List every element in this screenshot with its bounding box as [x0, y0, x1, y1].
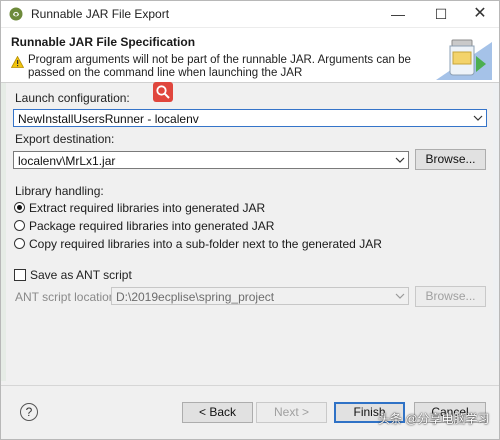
export-destination-value: localenv\MrLx1.jar	[18, 154, 116, 168]
eclipse-export-icon	[9, 7, 23, 21]
radio-label: Package required libraries into generate…	[29, 219, 275, 233]
warning-icon	[11, 56, 24, 68]
footer-separator	[1, 385, 499, 386]
window-title: Runnable JAR File Export	[31, 7, 170, 21]
next-button[interactable]: Next >	[256, 402, 327, 423]
library-handling-label: Library handling:	[15, 184, 104, 198]
chevron-down-icon	[395, 157, 405, 163]
radio-button-selected[interactable]	[14, 202, 25, 213]
banner-message: Program arguments will not be part of th…	[28, 54, 411, 79]
save-ant-checkbox[interactable]	[14, 269, 26, 281]
radio-button[interactable]	[14, 238, 25, 249]
export-browse-button[interactable]: Browse...	[415, 149, 486, 170]
launch-config-select[interactable]: NewInstallUsersRunner - localenv	[13, 109, 487, 127]
help-icon[interactable]: ?	[20, 403, 38, 421]
chevron-down-icon	[473, 115, 483, 121]
radio-label: Extract required libraries into generate…	[29, 201, 266, 215]
page-title: Runnable JAR File Specification	[11, 35, 196, 49]
ant-location-label: ANT script location:	[15, 290, 119, 304]
launch-config-label: Launch configuration:	[15, 91, 130, 105]
minimize-button[interactable]: —	[386, 3, 410, 25]
radio-label: Copy required libraries into a sub-folde…	[29, 237, 382, 251]
export-dialog: Runnable JAR File Export — ☐ ✕ Runnable …	[0, 0, 500, 440]
export-destination-input[interactable]: localenv\MrLx1.jar	[13, 151, 409, 169]
launch-config-value: NewInstallUsersRunner - localenv	[18, 112, 199, 126]
ant-location-value: D:\2019ecplise\spring_project	[116, 290, 275, 304]
back-button[interactable]: < Back	[182, 402, 253, 423]
ant-browse-button[interactable]: Browse...	[415, 286, 486, 307]
close-button[interactable]: ✕	[468, 3, 492, 25]
background-ide-edge	[1, 31, 6, 381]
chevron-down-icon	[395, 293, 405, 299]
ant-location-input[interactable]: D:\2019ecplise\spring_project	[111, 287, 409, 305]
radio-button[interactable]	[14, 220, 25, 231]
watermark-text: 头条 @分享电脑学习	[378, 412, 490, 426]
save-ant-label: Save as ANT script	[30, 268, 132, 282]
jar-icon	[436, 39, 492, 80]
title-bar: Runnable JAR File Export — ☐ ✕	[1, 1, 499, 28]
maximize-button[interactable]: ☐	[429, 3, 453, 25]
search-badge[interactable]	[153, 82, 173, 102]
export-destination-label: Export destination:	[15, 132, 115, 146]
search-icon	[156, 85, 170, 99]
header-banner: Runnable JAR File Specification Program …	[1, 28, 499, 83]
